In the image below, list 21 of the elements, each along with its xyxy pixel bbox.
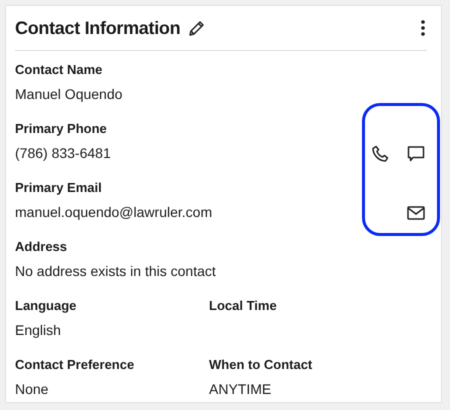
field-value: Manuel Oquendo: [15, 85, 124, 104]
field-label: Contact Name: [15, 61, 104, 79]
field-label: Address: [15, 238, 68, 256]
field-label: Local Time: [209, 297, 278, 315]
field-value: None: [15, 380, 50, 399]
edit-icon[interactable]: [188, 20, 206, 36]
field-label: Primary Phone: [15, 120, 108, 138]
field-label: When to Contact: [209, 356, 314, 374]
field-value: English: [15, 321, 62, 340]
card-title: Contact Information: [15, 18, 180, 38]
field-value: manuel.oquendo@lawruler.com: [15, 203, 214, 222]
phone-icon[interactable]: [371, 144, 389, 162]
field-value: (786) 833-6481: [15, 144, 112, 163]
email-icon[interactable]: [407, 206, 425, 220]
field-value: ANYTIME: [209, 380, 272, 399]
field-label: Language: [15, 297, 78, 315]
field-label: Contact Preference: [15, 356, 136, 374]
field-value: No address exists in this contact: [15, 262, 217, 281]
more-options-icon[interactable]: [421, 20, 425, 36]
message-icon[interactable]: [407, 144, 425, 162]
field-label: Primary Email: [15, 179, 103, 197]
